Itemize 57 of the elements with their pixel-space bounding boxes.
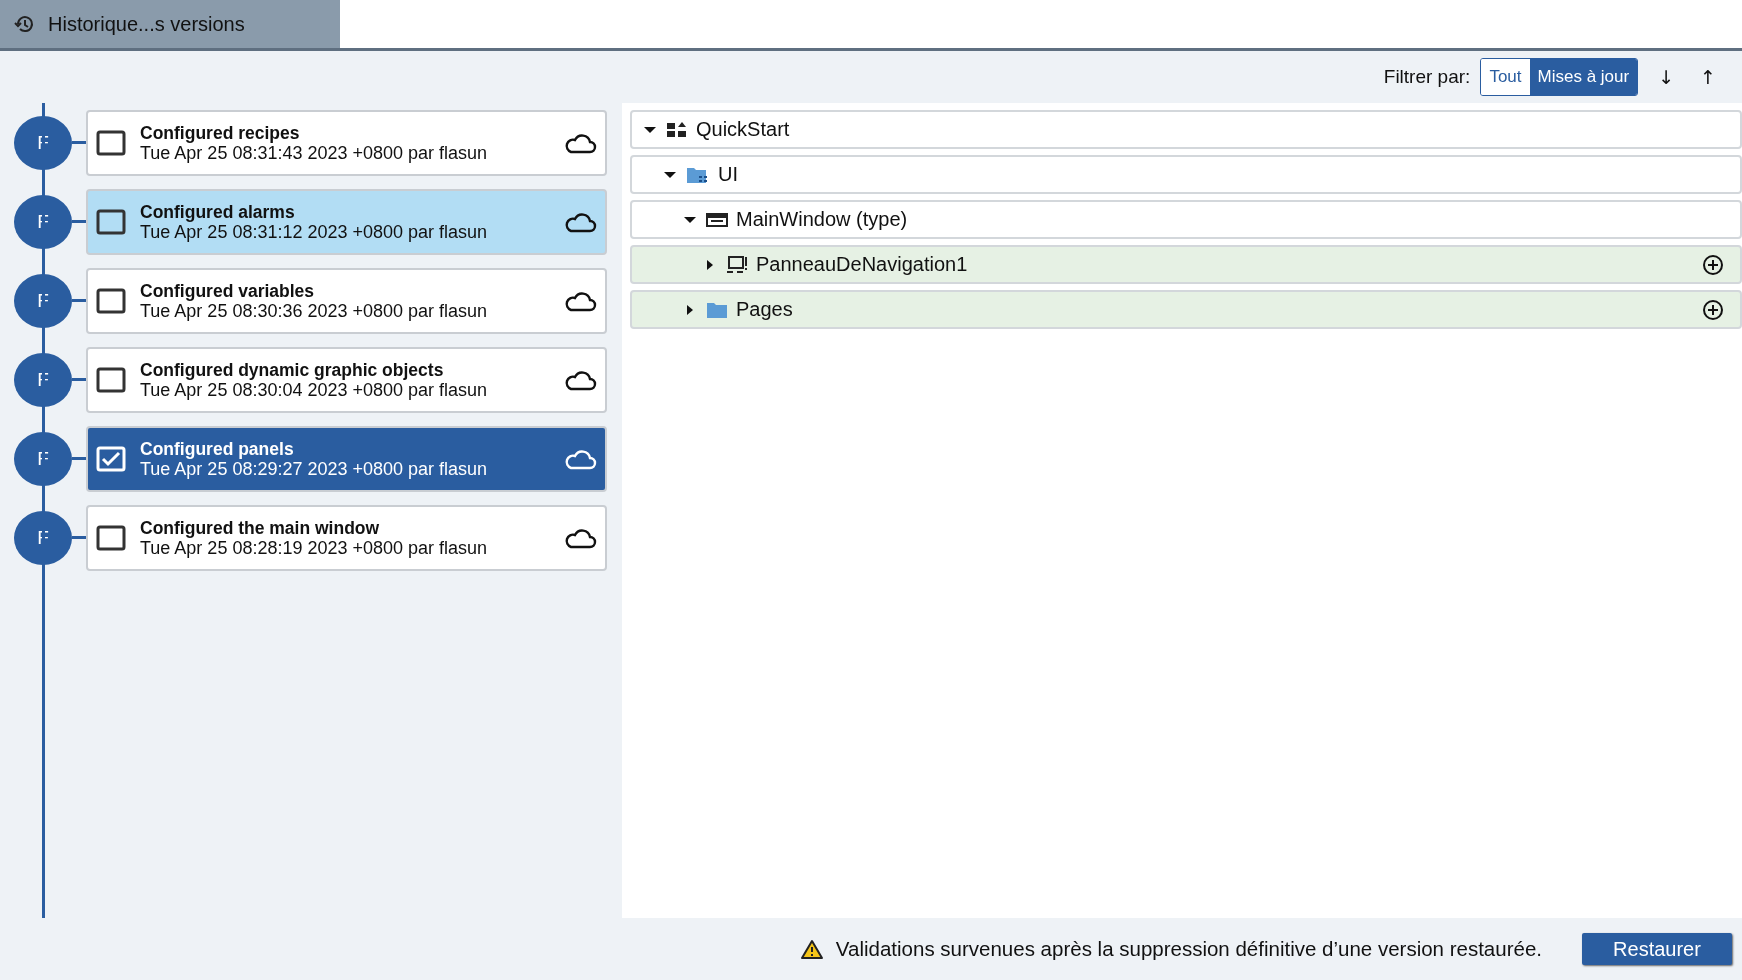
cloud-icon bbox=[563, 526, 597, 549]
history-tab[interactable]: Historique...s versions bbox=[0, 0, 340, 48]
tree-row[interactable]: UI bbox=[630, 155, 1742, 194]
tree-label: Pages bbox=[736, 298, 794, 321]
version-card[interactable]: Configured panels Tue Apr 25 08:29:27 2023 +0800 par flasun bbox=[86, 425, 607, 492]
checkbox[interactable] bbox=[96, 208, 126, 235]
restore-button[interactable]: Restaurer bbox=[1582, 933, 1732, 965]
tree-row[interactable]: QuickStart bbox=[630, 110, 1742, 149]
checkbox[interactable] bbox=[96, 366, 126, 393]
version-date: Tue Apr 25 08:31:43 2023 +0800 par flasun bbox=[140, 142, 489, 163]
version-date: Tue Apr 25 08:30:04 2023 +0800 par flasun bbox=[140, 379, 489, 400]
cloud-icon bbox=[563, 210, 597, 233]
version-date: Tue Apr 25 08:30:36 2023 +0800 par flasun bbox=[140, 300, 489, 321]
version-date: Tue Apr 25 08:28:19 2023 +0800 par flasun bbox=[140, 537, 489, 558]
add-icon[interactable] bbox=[1702, 298, 1724, 321]
version-title: Configured dynamic graphic objects bbox=[140, 359, 445, 380]
version-card[interactable]: Configured alarms Tue Apr 25 08:31:12 2023 +0800 par flasun bbox=[86, 188, 607, 255]
folder-icon bbox=[686, 165, 710, 184]
sort-descending-button[interactable]: ↓ bbox=[1652, 62, 1681, 92]
version-card[interactable]: Configured recipes Tue Apr 25 08:31:43 2023 +0800 par flasun bbox=[86, 109, 607, 176]
version-title: Configured panels bbox=[140, 438, 295, 459]
tree-row[interactable]: MainWindow (type) bbox=[630, 200, 1742, 239]
version-title: Configured variables bbox=[140, 280, 316, 301]
tree-row[interactable]: PanneauDeNavigation1 bbox=[630, 245, 1742, 284]
panel-icon bbox=[726, 255, 748, 274]
checkbox[interactable] bbox=[96, 129, 126, 156]
cloud-icon bbox=[563, 289, 597, 312]
tree-label: PanneauDeNavigation1 bbox=[756, 253, 969, 276]
version-card[interactable]: Configured the main window Tue Apr 25 08:28:19 2023 +0800 par flasun bbox=[86, 504, 607, 571]
version-date: Tue Apr 25 08:29:27 2023 +0800 par flasun bbox=[140, 458, 489, 479]
tree-label: UI bbox=[718, 163, 739, 186]
tree-label: QuickStart bbox=[696, 118, 791, 141]
warning-message: Validations survenues après la suppression définitive d’une version restaurée. bbox=[835, 937, 1542, 961]
sort-ascending-button[interactable]: ↑ bbox=[1694, 62, 1722, 92]
checkbox[interactable] bbox=[96, 524, 126, 551]
warning-icon bbox=[799, 939, 824, 959]
grid-icon bbox=[666, 120, 688, 139]
window-icon bbox=[706, 211, 728, 228]
cloud-icon bbox=[563, 368, 597, 391]
version-card[interactable]: Configured dynamic graphic objects Tue Apr 25 08:30:04 2023 +0800 par flasun bbox=[86, 346, 607, 413]
version-title: Configured recipes bbox=[140, 122, 301, 143]
filter-option[interactable]: Mises à jour bbox=[1529, 59, 1638, 95]
checkbox[interactable] bbox=[96, 287, 126, 314]
cloud-icon bbox=[563, 131, 597, 154]
filter-option[interactable]: Tout bbox=[1481, 59, 1530, 95]
folder-icon bbox=[706, 300, 728, 319]
cloud-icon bbox=[563, 447, 597, 470]
add-icon[interactable] bbox=[1702, 253, 1724, 276]
filter-label: Filtrer par: bbox=[1383, 66, 1471, 88]
version-title: Configured the main window bbox=[140, 517, 381, 538]
version-date: Tue Apr 25 08:31:12 2023 +0800 par flasun bbox=[140, 221, 489, 242]
tree-row[interactable]: Pages bbox=[630, 290, 1742, 329]
tab-title: Historique...s versions bbox=[48, 12, 245, 36]
version-card[interactable]: Configured variables Tue Apr 25 08:30:36 2023 +0800 par flasun bbox=[86, 267, 607, 334]
history-icon bbox=[14, 15, 34, 33]
version-title: Configured alarms bbox=[140, 201, 296, 222]
tree-label: MainWindow (type) bbox=[736, 208, 909, 231]
